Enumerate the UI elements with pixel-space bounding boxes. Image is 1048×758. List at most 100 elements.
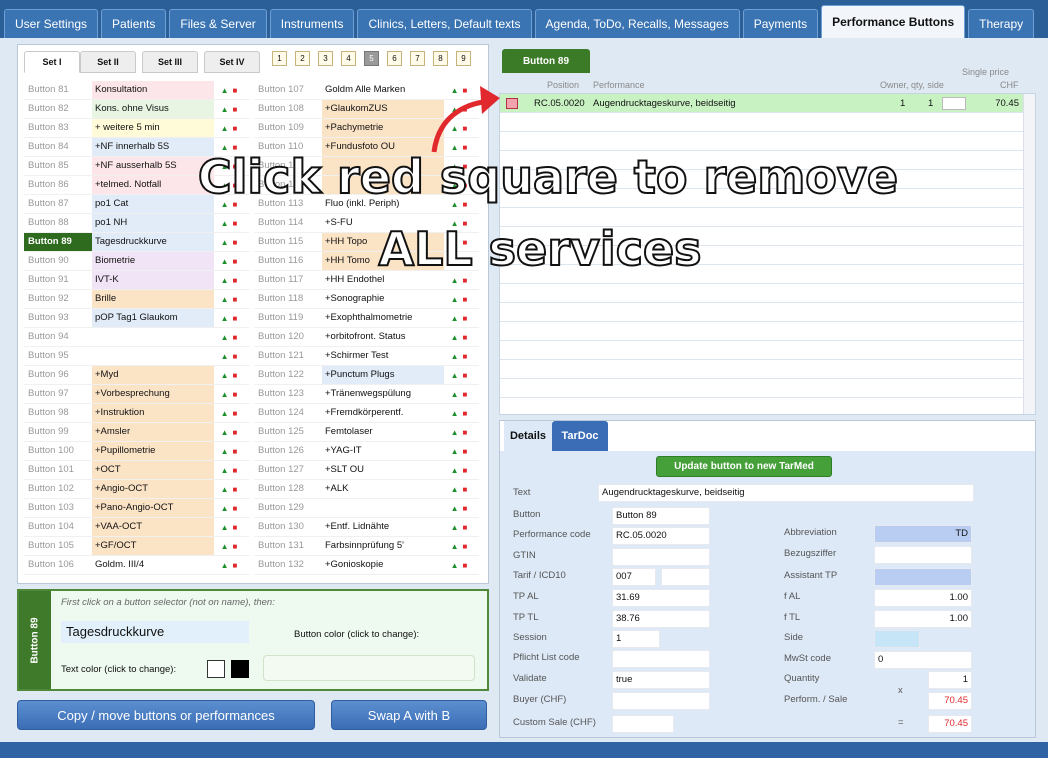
button-row[interactable]: Button 121 +Schirmer Test ▲ ■ [254,347,479,366]
bezugsziffer-field[interactable] [874,546,972,564]
button-performance-name[interactable] [92,347,214,365]
remove-icon[interactable]: ■ [463,523,468,532]
button-performance-name[interactable]: +Instruktion [92,404,214,422]
text-field[interactable]: Augendrucktageskurve, beidseitig [598,484,974,502]
tp-al-field[interactable]: 31.69 [612,589,710,607]
tab-clinics-letters-default-texts[interactable]: Clinics, Letters, Default texts [357,9,532,38]
move-up-icon[interactable]: ▲ [451,390,459,399]
button-selector[interactable]: Button 130 [254,518,322,536]
move-up-icon[interactable]: ▲ [451,504,459,513]
move-up-icon[interactable]: ▲ [221,105,229,114]
move-up-icon[interactable]: ▲ [451,86,459,95]
remove-icon[interactable]: ■ [233,333,238,342]
button-row[interactable]: Button 126 +YAG-IT ▲ ■ [254,442,479,461]
button-performance-name[interactable]: +Gonioskopie [322,556,444,574]
button-performance-name[interactable]: +Amsler [92,423,214,441]
button-performance-name[interactable]: +VAA-OCT [92,518,214,536]
move-up-icon[interactable]: ▲ [451,124,459,133]
button-performance-name[interactable]: +Angio-OCT [92,480,214,498]
move-up-icon[interactable]: ▲ [221,561,229,570]
number-selector-8[interactable]: 8 [433,51,448,66]
button-field[interactable]: Button 89 [612,507,710,525]
move-up-icon[interactable]: ▲ [221,390,229,399]
button-selector[interactable]: Button 98 [24,404,92,422]
button-performance-name[interactable]: +Tränenwegspülung [322,385,444,403]
remove-icon[interactable]: ■ [233,447,238,456]
remove-icon[interactable]: ■ [233,105,238,114]
button-selector[interactable]: Button 119 [254,309,322,327]
button-row[interactable]: Button 82 Kons. ohne Visus ▲ ■ [24,100,249,119]
button-selector[interactable]: Button 108 [254,100,322,118]
button-row[interactable]: Button 132 +Gonioskopie ▲ ■ [254,556,479,575]
button-performance-name[interactable]: Goldm Alle Marken [322,81,444,99]
button-selector[interactable]: Button 82 [24,100,92,118]
button-performance-name[interactable]: +Myd [92,366,214,384]
button-row[interactable]: Button 124 +Fremdkörperentf. ▲ ■ [254,404,479,423]
remove-icon[interactable]: ■ [233,295,238,304]
button-row[interactable]: Button 81 Konsultation ▲ ■ [24,81,249,100]
button-selector[interactable]: Button 101 [24,461,92,479]
empty-row[interactable] [500,284,1035,303]
button-selector[interactable]: Button 92 [24,290,92,308]
move-up-icon[interactable]: ▲ [221,504,229,513]
button-performance-name[interactable]: pOP Tag1 Glaukom [92,309,214,327]
button-performance-name[interactable]: +Entf. Lidnähte [322,518,444,536]
button-row[interactable]: Button 106 Goldm. III/4 ▲ ■ [24,556,249,575]
remove-icon[interactable]: ■ [463,390,468,399]
remove-icon[interactable]: ■ [233,485,238,494]
button-row[interactable]: Button 120 +orbitofront. Status ▲ ■ [254,328,479,347]
remove-icon[interactable]: ■ [463,352,468,361]
button-performance-name[interactable]: +Schirmer Test [322,347,444,365]
button-row[interactable]: Button 127 +SLT OU ▲ ■ [254,461,479,480]
button-row[interactable]: Button 108 +GlaukomZUS ▲ ■ [254,100,479,119]
remove-icon[interactable]: ■ [233,352,238,361]
button-row[interactable]: Button 125 Femtolaser ▲ ■ [254,423,479,442]
performance-row[interactable]: RC.05.0020 Augendrucktageskurve, beidsei… [500,94,1035,113]
button-performance-name[interactable]: +SLT OU [322,461,444,479]
remove-icon[interactable]: ■ [463,485,468,494]
move-up-icon[interactable]: ▲ [451,105,459,114]
button-performance-name[interactable]: Farbsinnprüfung 5' [322,537,444,555]
number-selector-1[interactable]: 1 [272,51,287,66]
tab-set-1[interactable]: Set I [24,51,80,73]
remove-icon[interactable]: ■ [463,447,468,456]
button-performance-name[interactable]: +Vorbesprechung [92,385,214,403]
side-field[interactable] [874,630,920,648]
move-up-icon[interactable]: ▲ [221,333,229,342]
button-row[interactable]: Button 96 +Myd ▲ ■ [24,366,249,385]
button-selector[interactable]: Button 124 [254,404,322,422]
f-tl-field[interactable]: 1.00 [874,610,972,628]
swap-button[interactable]: Swap A with B [331,700,487,730]
move-up-icon[interactable]: ▲ [221,542,229,551]
remove-icon[interactable]: ■ [463,504,468,513]
empty-row[interactable] [500,341,1035,360]
remove-icon[interactable]: ■ [463,124,468,133]
remove-icon[interactable]: ■ [233,409,238,418]
gtin-field[interactable] [612,548,710,566]
update-tarmed-button[interactable]: Update button to new TarMed [656,456,832,477]
button-row[interactable]: Button 93 pOP Tag1 Glaukom ▲ ■ [24,309,249,328]
tp-tl-field[interactable]: 38.76 [612,610,710,628]
button-selector[interactable]: Button 107 [254,81,322,99]
remove-icon[interactable]: ■ [463,276,468,285]
tab-set-2[interactable]: Set II [80,51,136,73]
remove-icon[interactable]: ■ [233,504,238,513]
number-selector-9[interactable]: 9 [456,51,471,66]
button-performance-name[interactable]: +GF/OCT [92,537,214,555]
button-color-swatch[interactable] [263,655,475,681]
button-selector[interactable]: Button 93 [24,309,92,327]
number-selector-4[interactable]: 4 [341,51,356,66]
tab-performance-buttons[interactable]: Performance Buttons [821,5,966,38]
button-row[interactable]: Button 104 +VAA-OCT ▲ ■ [24,518,249,537]
remove-icon[interactable]: ■ [233,276,238,285]
mwst-select[interactable]: 0 [874,651,972,669]
tab-patients[interactable]: Patients [101,9,167,38]
number-selector-2[interactable]: 2 [295,51,310,66]
remove-icon[interactable]: ■ [233,124,238,133]
remove-icon[interactable]: ■ [463,371,468,380]
button-selector[interactable]: Button 109 [254,119,322,137]
button-row[interactable]: Button 129 ▲ ■ [254,499,479,518]
move-up-icon[interactable]: ▲ [221,314,229,323]
remove-icon[interactable]: ■ [463,542,468,551]
button-row[interactable]: Button 130 +Entf. Lidnähte ▲ ■ [254,518,479,537]
